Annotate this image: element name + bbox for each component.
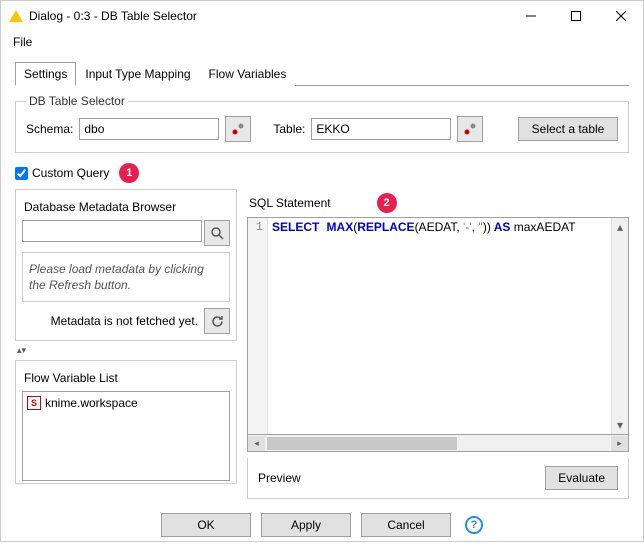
sql-code[interactable]: SELECT MAX(REPLACE(AEDAT, '-', '')) AS m… <box>268 218 628 434</box>
flowvar-item-label: knime.workspace <box>45 396 138 410</box>
menubar: File <box>1 31 643 53</box>
annotation-badge-2: 2 <box>377 193 397 213</box>
string-type-icon: S <box>27 396 41 410</box>
tab-bar: Settings Input Type Mapping Flow Variabl… <box>15 61 629 86</box>
metadata-search-input[interactable] <box>22 220 202 242</box>
expand-handle[interactable]: ▴▾ <box>15 345 237 356</box>
table-input[interactable] <box>311 118 451 140</box>
table-label: Table: <box>273 122 305 136</box>
tab-flow-variables[interactable]: Flow Variables <box>200 62 296 86</box>
scroll-right-icon[interactable]: ▸ <box>611 436 628 451</box>
window-title: Dialog - 0:3 - DB Table Selector <box>29 9 508 23</box>
preview-bar: Preview Evaluate <box>247 458 629 499</box>
db-table-selector-group: DB Table Selector Schema: Table: Select … <box>15 94 629 153</box>
list-item[interactable]: S knime.workspace <box>27 396 225 410</box>
tab-settings[interactable]: Settings <box>15 62 76 86</box>
apply-button[interactable]: Apply <box>261 513 351 537</box>
flow-variable-panel: Flow Variable List S knime.workspace <box>15 360 237 484</box>
select-table-button[interactable]: Select a table <box>518 117 618 141</box>
evaluate-button[interactable]: Evaluate <box>545 466 618 490</box>
minimize-button[interactable] <box>508 1 553 31</box>
close-button[interactable] <box>598 1 643 31</box>
custom-query-label: Custom Query <box>32 166 109 180</box>
metadata-hint: Please load metadata by clicking the Ref… <box>22 252 230 302</box>
group-legend: DB Table Selector <box>26 94 128 108</box>
titlebar: Dialog - 0:3 - DB Table Selector <box>1 1 643 31</box>
horizontal-scrollbar[interactable]: ◂ ▸ <box>247 435 629 452</box>
schema-input[interactable] <box>79 118 219 140</box>
maximize-button[interactable] <box>553 1 598 31</box>
flowvar-list[interactable]: S knime.workspace <box>22 391 230 481</box>
help-icon[interactable]: ? <box>465 516 483 534</box>
ok-button[interactable]: OK <box>161 513 251 537</box>
dialog-footer: OK Apply Cancel ? <box>1 499 643 547</box>
cancel-button[interactable]: Cancel <box>361 513 451 537</box>
custom-query-checkbox[interactable] <box>15 167 28 180</box>
flowvar-title: Flow Variable List <box>24 371 230 385</box>
table-flowvar-button[interactable] <box>457 116 483 142</box>
line-gutter: 1 <box>248 218 268 434</box>
refresh-icon[interactable] <box>204 308 230 334</box>
search-icon[interactable] <box>204 220 230 246</box>
sql-editor[interactable]: 1 SELECT MAX(REPLACE(AEDAT, '-', '')) AS… <box>247 217 629 435</box>
vertical-scrollbar[interactable]: ▴▾ <box>611 218 628 434</box>
scroll-thumb[interactable] <box>267 437 457 450</box>
app-icon <box>9 10 23 22</box>
sql-title: SQL Statement <box>249 196 331 210</box>
scroll-left-icon[interactable]: ◂ <box>248 436 265 451</box>
metadata-title: Database Metadata Browser <box>24 200 230 214</box>
metadata-status: Metadata is not fetched yet. <box>51 314 198 328</box>
tab-input-type-mapping[interactable]: Input Type Mapping <box>76 62 199 86</box>
metadata-browser-panel: Database Metadata Browser Please load me… <box>15 189 237 341</box>
schema-label: Schema: <box>26 122 73 136</box>
menu-file[interactable]: File <box>9 33 36 51</box>
preview-label: Preview <box>258 471 301 485</box>
schema-flowvar-button[interactable] <box>225 116 251 142</box>
annotation-badge-1: 1 <box>119 163 139 183</box>
